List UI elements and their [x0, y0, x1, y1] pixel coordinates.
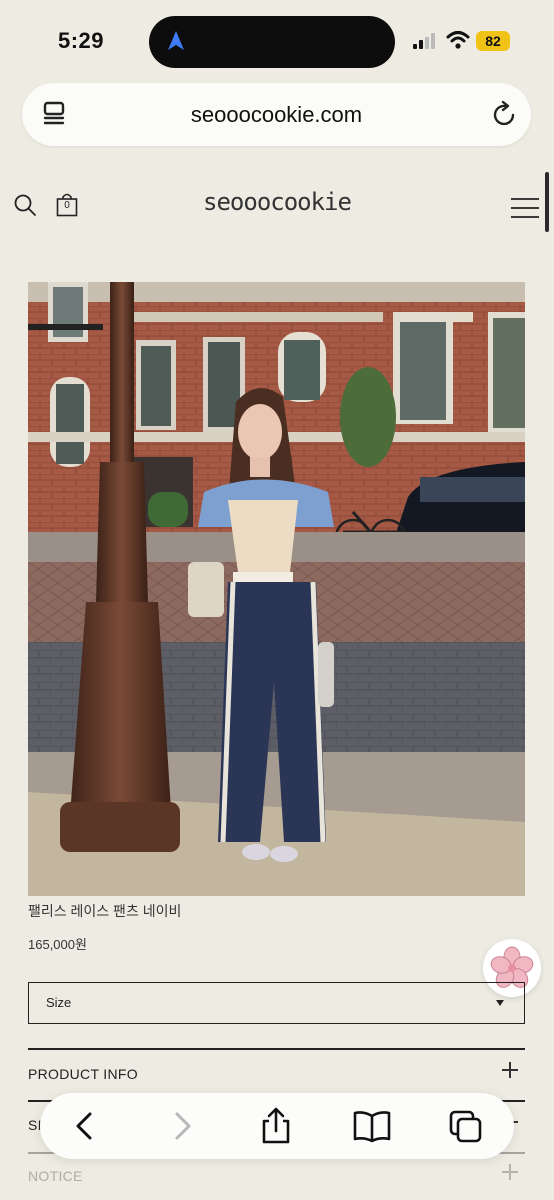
wifi-icon: [446, 30, 470, 55]
caret-down-icon: [496, 1000, 504, 1006]
product-name: 팰리스 레이스 팬츠 네이비: [28, 903, 182, 919]
status-time: 5:29: [58, 28, 105, 53]
size-select[interactable]: Size: [28, 982, 525, 1024]
address-bar[interactable]: seooocookie.com: [22, 83, 531, 146]
reload-icon[interactable]: [492, 100, 518, 133]
signal-icon: [413, 33, 439, 54]
site-logo[interactable]: seooocookie: [0, 188, 554, 216]
share-icon[interactable]: [256, 1107, 296, 1145]
scroll-indicator: [545, 172, 549, 232]
product-price: 165,000원: [28, 937, 87, 952]
url-text[interactable]: seooocookie.com: [22, 83, 531, 146]
tabs-icon[interactable]: [446, 1107, 486, 1145]
browser-toolbar: [40, 1093, 514, 1159]
back-icon[interactable]: [68, 1107, 108, 1145]
bookmarks-icon[interactable]: [352, 1107, 392, 1145]
location-arrow-icon: [166, 30, 186, 57]
size-select-value: Size: [46, 995, 72, 1010]
forward-icon[interactable]: [162, 1107, 202, 1145]
accordion-notice[interactable]: NOTICE: [28, 1168, 83, 1184]
plus-icon[interactable]: [502, 1062, 518, 1078]
divider: [28, 1048, 525, 1050]
menu-icon[interactable]: [510, 197, 540, 224]
plus-icon[interactable]: [502, 1164, 518, 1180]
battery-icon: 82: [476, 31, 510, 51]
product-image[interactable]: [28, 282, 525, 896]
accordion-product-info[interactable]: PRODUCT INFO: [28, 1066, 138, 1082]
